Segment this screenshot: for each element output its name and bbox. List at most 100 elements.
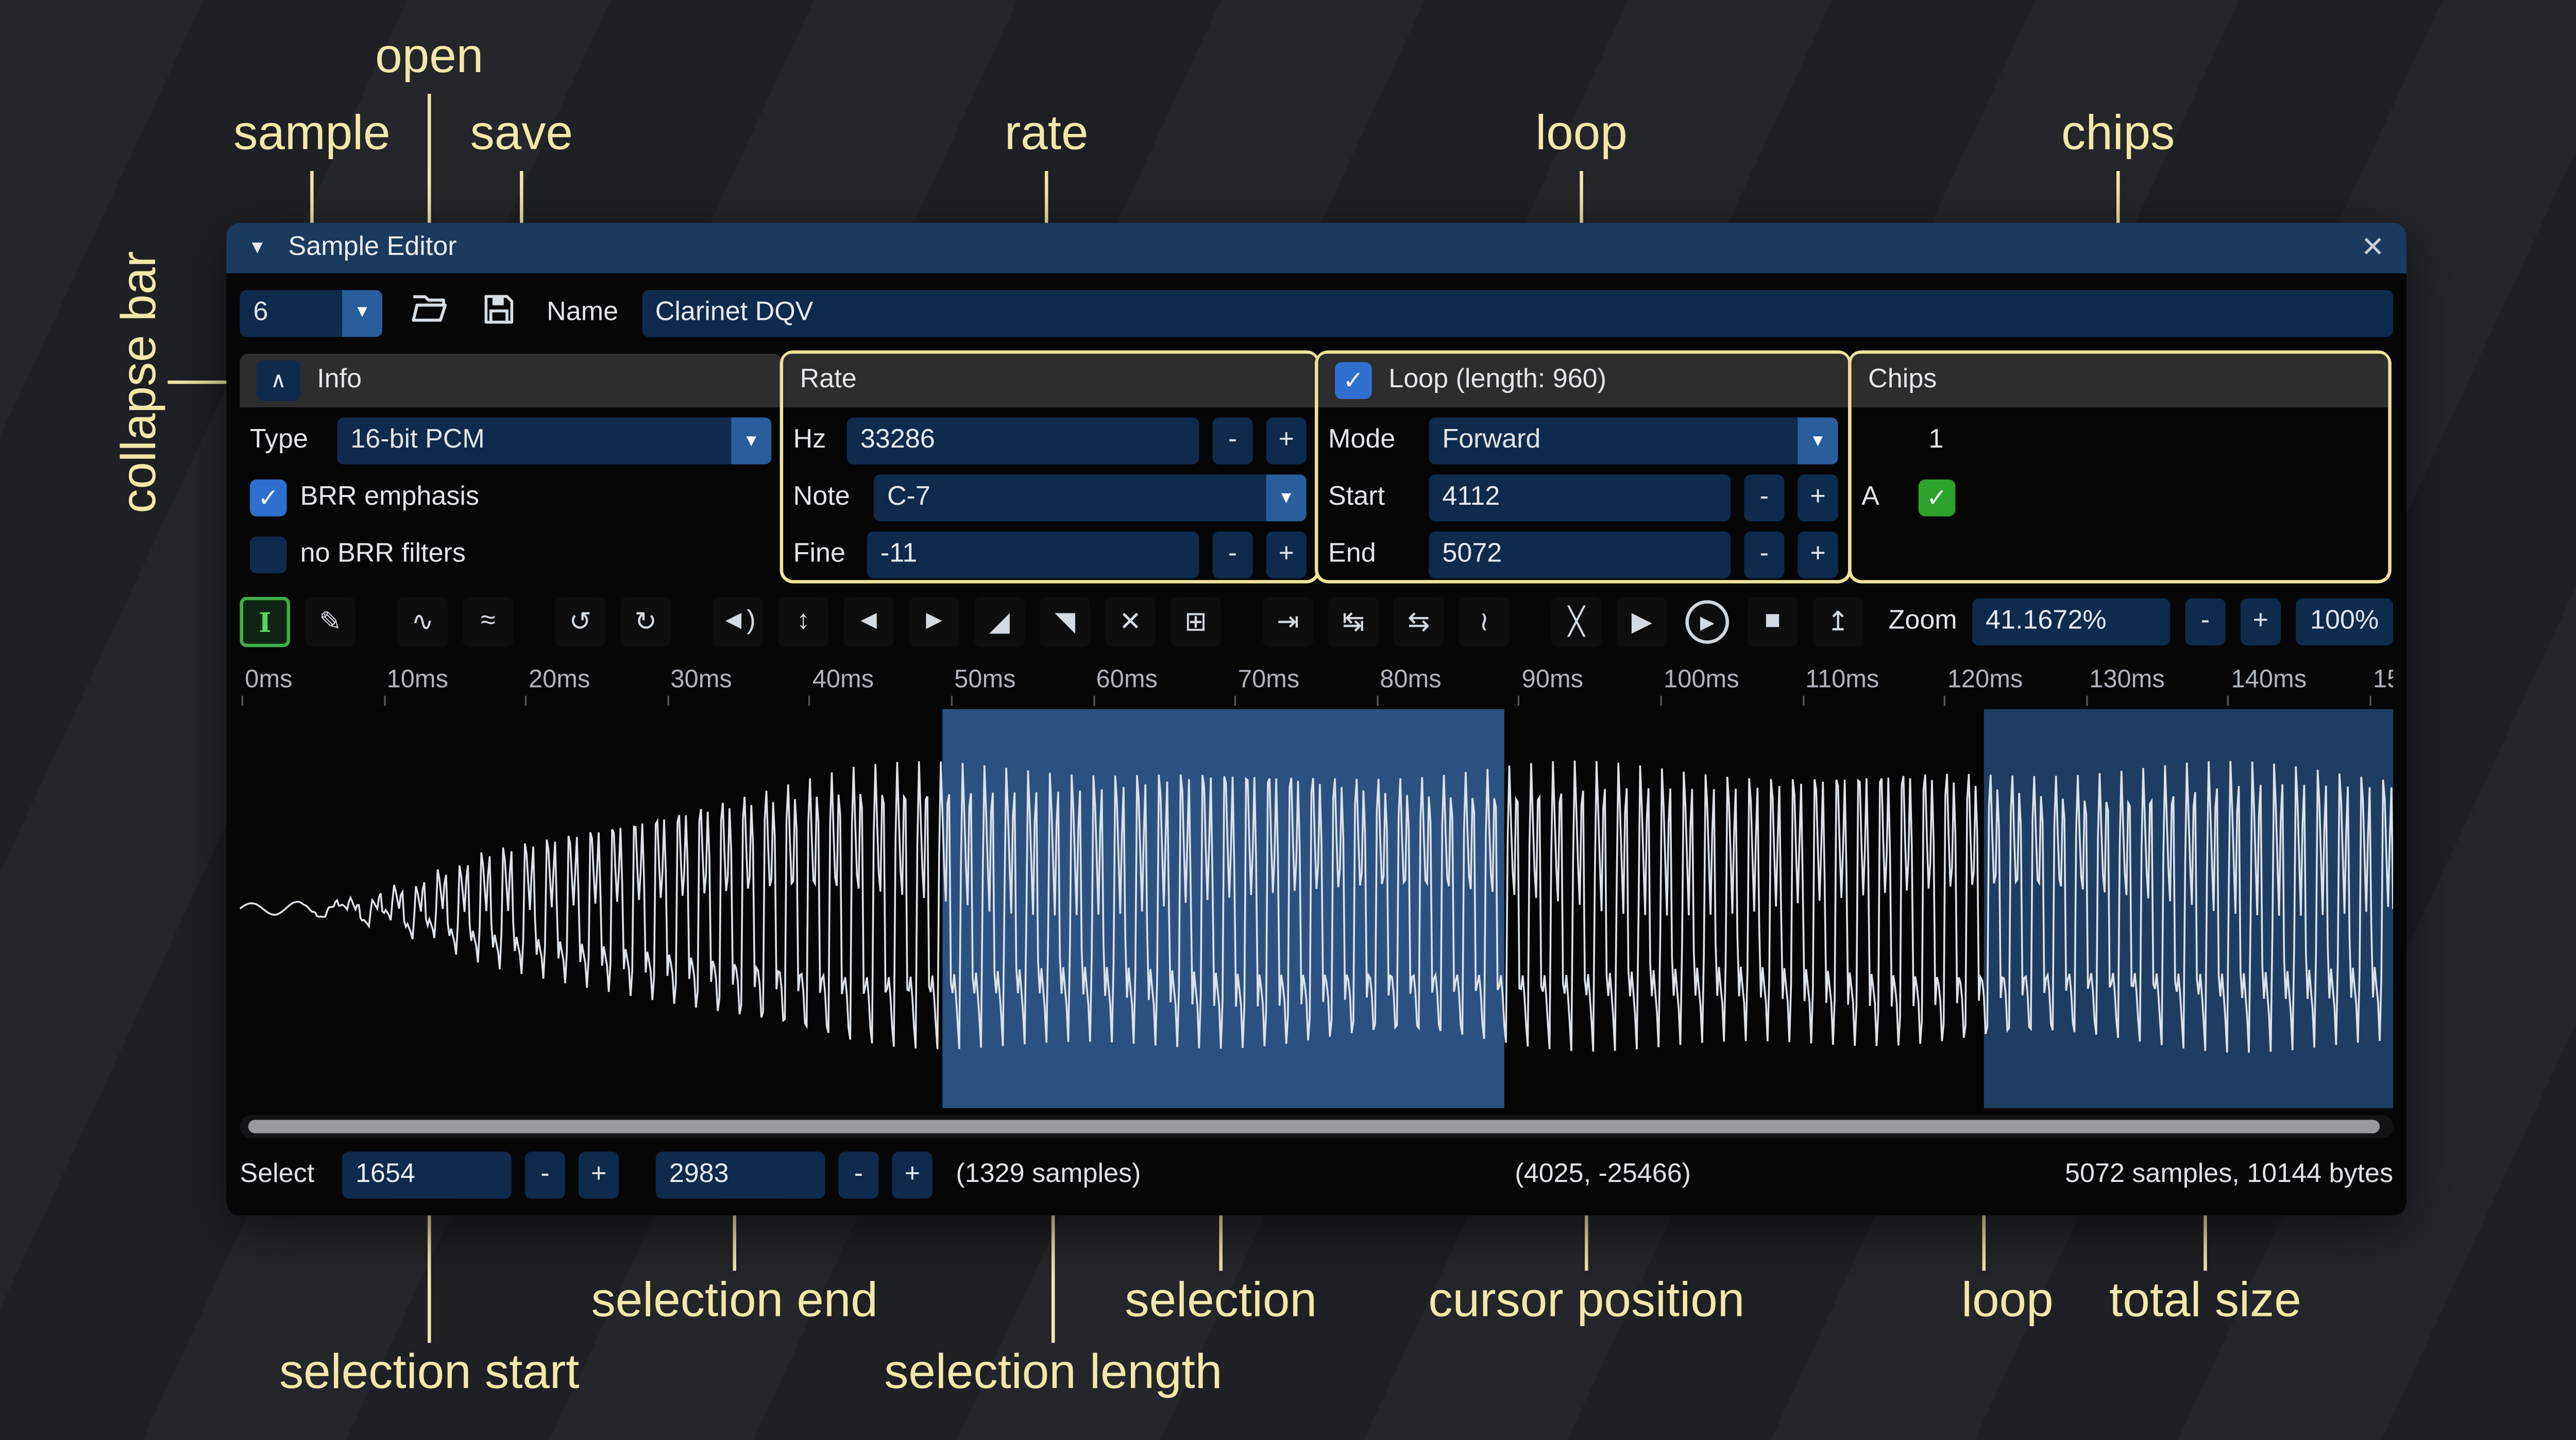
timeline-label: 20ms bbox=[529, 665, 590, 694]
info-panel-title: Info bbox=[317, 366, 362, 396]
no-brr-filters-checkbox[interactable] bbox=[250, 537, 287, 574]
name-input[interactable]: Clarinet DQV bbox=[642, 289, 2393, 336]
save-button[interactable] bbox=[471, 287, 525, 339]
chips-panel: Chips 1 A ✓ bbox=[1852, 354, 2388, 580]
delete-button[interactable]: ╳ bbox=[1551, 597, 1602, 647]
undo-button[interactable]: ↺ bbox=[555, 597, 605, 647]
make-loop-button[interactable]: ∿ bbox=[397, 597, 448, 647]
waveform-scrollbar[interactable] bbox=[240, 1115, 2393, 1139]
sample-number-select[interactable]: 6 ▼ bbox=[240, 289, 382, 336]
annotation-rate: rate bbox=[1005, 107, 1089, 162]
selection-start-minus-button[interactable]: - bbox=[525, 1152, 565, 1198]
crossfade-loop-button[interactable]: ≈ bbox=[463, 597, 513, 647]
timeline-label: 0ms bbox=[245, 665, 292, 694]
fine-plus-button[interactable]: + bbox=[1266, 532, 1307, 578]
toolbar: I✎∿≈↺↻◄)↕◄►◢◥✕⊞⇥↹⇆≀╳▶▶■↥ Zoom 41.1672% -… bbox=[240, 595, 2393, 649]
loop-start-value: 4112 bbox=[1442, 483, 1500, 513]
chips-panel-title: Chips bbox=[1868, 366, 1937, 396]
rate-panel: Rate Hz 33286 - + Note C-7 ▼ bbox=[783, 354, 1316, 580]
edit-mode-button[interactable]: I bbox=[240, 597, 290, 647]
check-icon: ✓ bbox=[1343, 366, 1364, 396]
draw-mode-button[interactable]: ✎ bbox=[305, 597, 355, 647]
info-panel-header: ∧ Info bbox=[240, 354, 781, 407]
hz-plus-button[interactable]: + bbox=[1266, 418, 1307, 465]
selection-end-plus-button[interactable]: + bbox=[892, 1152, 933, 1198]
type-select[interactable]: 16-bit PCM ▼ bbox=[337, 418, 771, 465]
dropdown-arrow-icon[interactable]: ▼ bbox=[1266, 474, 1307, 521]
insert-silence-button[interactable]: ⇥ bbox=[1263, 597, 1313, 647]
timeline-label: 140ms bbox=[2231, 665, 2307, 694]
import-button[interactable]: ↥ bbox=[1813, 597, 1863, 647]
brr-emphasis-checkbox[interactable]: ✓ bbox=[250, 479, 287, 517]
silence-button[interactable]: ✕ bbox=[1105, 597, 1156, 647]
resize-button[interactable]: ↹ bbox=[1328, 597, 1379, 647]
zoom-out-button[interactable]: - bbox=[2185, 598, 2225, 645]
timeline-label: 90ms bbox=[1522, 665, 1583, 694]
annotation-total-size: total size bbox=[2109, 1274, 2301, 1329]
annotation-selection: selection bbox=[1125, 1274, 1317, 1329]
zoom-input[interactable]: 41.1672% bbox=[1972, 598, 2170, 645]
reverse-button[interactable]: ◄ bbox=[843, 597, 894, 647]
note-row: Note C-7 ▼ bbox=[793, 474, 1307, 521]
rate-panel-header: Rate bbox=[783, 354, 1316, 407]
stop-button[interactable]: ■ bbox=[1748, 597, 1798, 647]
timeline-label: 70ms bbox=[1238, 665, 1299, 694]
invert-button[interactable]: ► bbox=[909, 597, 959, 647]
dropdown-arrow-icon[interactable]: ▼ bbox=[1798, 418, 1838, 465]
selection-start-input[interactable]: 1654 bbox=[342, 1152, 512, 1198]
loop-end-input[interactable]: 5072 bbox=[1429, 532, 1731, 578]
volume-button[interactable]: ◄) bbox=[713, 597, 763, 647]
dropdown-arrow-icon[interactable]: ▼ bbox=[731, 418, 771, 465]
hz-minus-button[interactable]: - bbox=[1212, 418, 1252, 465]
screenshot-stage: sample open save rate loop chips collaps… bbox=[0, 0, 2576, 1440]
loop-start-plus-button[interactable]: + bbox=[1798, 474, 1838, 521]
note-select[interactable]: C-7 ▼ bbox=[874, 474, 1307, 521]
timeline-tick bbox=[1234, 696, 1236, 706]
crop-button[interactable]: ⊞ bbox=[1171, 597, 1221, 647]
timeline-ruler[interactable]: 0ms10ms20ms30ms40ms50ms60ms70ms80ms90ms1… bbox=[240, 659, 2393, 706]
loop-enable-checkbox[interactable]: ✓ bbox=[1335, 362, 1372, 399]
play-from-cursor-button[interactable]: ▶ bbox=[1685, 600, 1729, 644]
close-icon[interactable]: ✕ bbox=[2361, 231, 2384, 265]
timeline-tick bbox=[525, 696, 527, 706]
dropdown-arrow-icon[interactable]: ▼ bbox=[342, 289, 382, 336]
loop-end-minus-button[interactable]: - bbox=[1744, 532, 1784, 578]
loop-start-minus-button[interactable]: - bbox=[1744, 474, 1784, 521]
chip-a-enable-checkbox[interactable]: ✓ bbox=[1919, 479, 1956, 517]
loop-end-row: End 5072 - + bbox=[1328, 532, 1838, 578]
zoom-in-button[interactable]: + bbox=[2241, 598, 2281, 645]
stretch-button[interactable]: ⇆ bbox=[1394, 597, 1444, 647]
loop-start-input[interactable]: 4112 bbox=[1429, 474, 1731, 521]
loop-end-plus-button[interactable]: + bbox=[1798, 532, 1838, 578]
loop-mode-value: Forward bbox=[1429, 418, 1798, 465]
hz-input[interactable]: 33286 bbox=[847, 418, 1199, 465]
scrollbar-thumb[interactable] bbox=[248, 1120, 2380, 1133]
fine-minus-button[interactable]: - bbox=[1212, 532, 1252, 578]
collapse-info-button[interactable]: ∧ bbox=[257, 361, 300, 401]
waveform-area[interactable] bbox=[240, 709, 2393, 1108]
redo-button[interactable]: ↻ bbox=[620, 597, 671, 647]
filter-button[interactable]: ≀ bbox=[1459, 597, 1510, 647]
open-button[interactable] bbox=[402, 287, 456, 339]
sample-editor-window: ▼ Sample Editor ✕ 6 ▼ Name Clarinet bbox=[226, 223, 2406, 1215]
fine-input[interactable]: -11 bbox=[867, 532, 1199, 578]
timeline-tick bbox=[1660, 696, 1662, 706]
loop-mode-select[interactable]: Forward ▼ bbox=[1429, 418, 1838, 465]
toolbar-buttons: I ✎ ∿ ≈ ↺ ↻ ◄) ↕ ◄ ► ◢ ◥ ✕ ⊞ ⇥ ↹ ⇆ ≀ ╳ ▶ ▶ ■ ↥ bbox=[240, 597, 1863, 647]
timeline-label: 100ms bbox=[1664, 665, 1739, 694]
fade-in-button[interactable]: ◢ bbox=[974, 597, 1025, 647]
selection-end-minus-button[interactable]: - bbox=[839, 1152, 879, 1198]
fade-out-button[interactable]: ◥ bbox=[1040, 597, 1090, 647]
timeline-tick bbox=[383, 696, 385, 706]
zoom-reset-button[interactable]: 100% bbox=[2296, 598, 2393, 645]
timeline-label: 50ms bbox=[954, 665, 1015, 694]
loop-panel-title: Loop (length: 960) bbox=[1388, 366, 1606, 396]
selection-start-plus-button[interactable]: + bbox=[579, 1152, 619, 1198]
window-collapse-icon[interactable]: ▼ bbox=[248, 238, 266, 258]
name-row: 6 ▼ Name Clarinet DQV bbox=[240, 285, 2393, 340]
amplify-button[interactable]: ↕ bbox=[778, 597, 828, 647]
play-sample-button[interactable]: ▶ bbox=[1617, 597, 1667, 647]
fine-row: Fine -11 - + bbox=[793, 532, 1307, 578]
selection-end-input[interactable]: 2983 bbox=[656, 1152, 825, 1198]
sample-number-value: 6 bbox=[240, 289, 342, 336]
